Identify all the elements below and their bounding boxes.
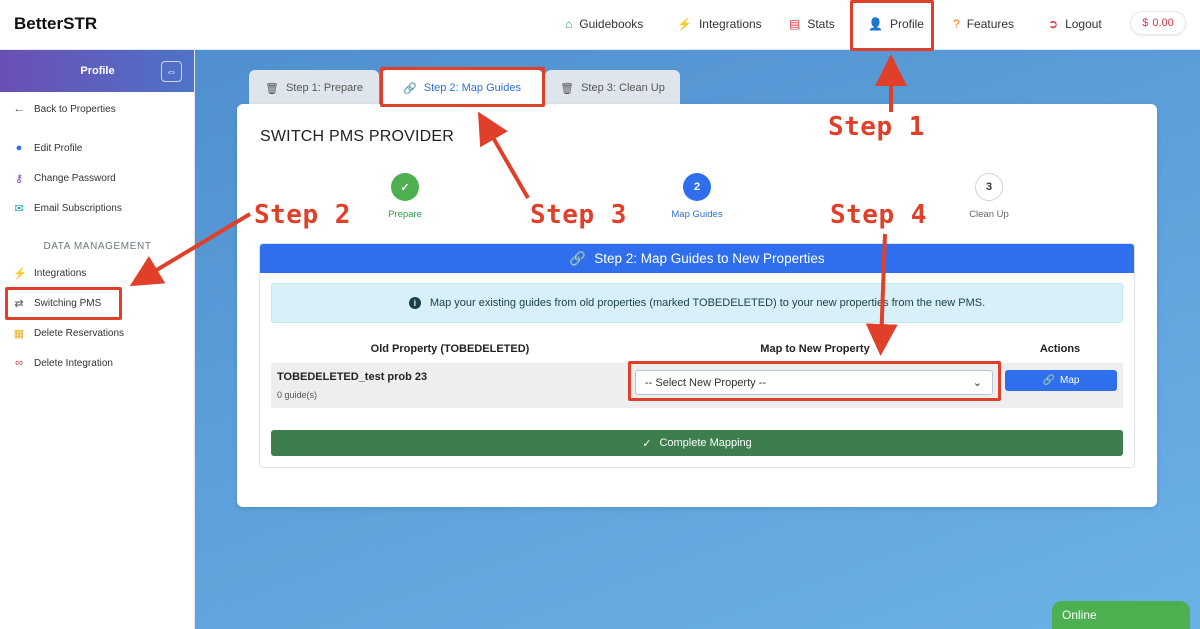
annotation-step4: Step 4: [830, 200, 927, 230]
tab-label: Step 3: Clean Up: [581, 82, 665, 94]
step-indicator-clean-up: 3: [975, 173, 1003, 201]
question-icon: ?: [953, 17, 960, 31]
highlight-box-profile: [850, 0, 934, 51]
step-indicator-map-guides: 2: [683, 173, 711, 201]
sidebar-item-delete-reservations[interactable]: ▦ Delete Reservations: [0, 322, 195, 344]
sidebar-item-label: Email Subscriptions: [34, 202, 122, 214]
balance-value: 0.00: [1152, 17, 1174, 29]
nav-logout-label: Logout: [1065, 17, 1102, 31]
step-label-prepare: Prepare: [388, 209, 422, 220]
annotation-step2: Step 2: [254, 200, 351, 230]
panel-title: Step 2: Map Guides to New Properties: [594, 251, 825, 266]
annotation-step1: Step 1: [828, 112, 925, 142]
arrow-left-icon: ←: [13, 103, 25, 115]
panel-header: 🔗 Step 2: Map Guides to New Properties: [260, 244, 1134, 273]
annotation-step3: Step 3: [530, 200, 627, 230]
column-header-old-property: Old Property (TOBEDELETED): [370, 343, 530, 355]
collapse-icon[interactable]: ⇔: [161, 61, 182, 82]
nav-guidebooks[interactable]: ⌂ Guidebooks: [565, 17, 643, 31]
link-icon: 🔗: [569, 250, 587, 266]
column-header-new-property: Map to New Property: [760, 343, 870, 355]
column-header-actions: Actions: [1039, 343, 1081, 355]
check-icon: ✓: [642, 437, 652, 450]
map-button[interactable]: 🔗 Map: [1005, 370, 1117, 391]
nav-stats-label: Stats: [807, 17, 835, 31]
plug-icon: ⚡: [677, 17, 692, 31]
chart-icon: ▤: [789, 17, 801, 31]
trash-icon: 🗑: [560, 82, 575, 95]
sidebar-item-email-subscriptions[interactable]: ✉ Email Subscriptions: [0, 197, 195, 219]
user-icon: ●: [15, 142, 23, 154]
sidebar-section-data-management: DATA MANAGEMENT: [43, 241, 152, 252]
tab-step1-prepare[interactable]: 🗑 Step 1: Prepare: [249, 70, 379, 106]
switch-pms-card: SWITCH PMS PROVIDER ✓ Prepare 2 Map Guid…: [237, 104, 1157, 507]
sidebar-item-label: Delete Integration: [34, 357, 113, 369]
map-guides-panel: 🔗 Step 2: Map Guides to New Properties i…: [259, 243, 1135, 468]
sidebar-item-label: Integrations: [34, 267, 87, 279]
balance-badge[interactable]: $ 0.00: [1130, 11, 1186, 35]
calendar-icon: ▦: [13, 327, 25, 340]
link-icon: 🔗: [1042, 375, 1055, 386]
complete-mapping-label: Complete Mapping: [659, 437, 752, 449]
sidebar-item-label: Delete Reservations: [34, 327, 125, 339]
info-alert: i Map your existing guides from old prop…: [271, 283, 1123, 323]
nav-stats[interactable]: ▤ Stats: [789, 17, 835, 31]
unlink-icon: ∞: [15, 357, 23, 369]
info-icon: i: [408, 297, 421, 309]
sidebar-item-edit-profile[interactable]: ● Edit Profile: [0, 137, 195, 159]
sidebar-item-label: Back to Properties: [34, 103, 116, 115]
nav-integrations[interactable]: ⚡ Integrations: [677, 17, 762, 31]
sidebar: Profile ⇔ ← Back to Properties ● Edit Pr…: [0, 50, 195, 629]
plug-icon: ⚡: [13, 267, 27, 280]
key-icon: ⚷: [14, 172, 24, 185]
step-indicator-prepare: ✓: [391, 173, 419, 201]
nav-features[interactable]: ? Features: [953, 17, 1014, 31]
nav-integrations-label: Integrations: [698, 17, 762, 31]
nav-guidebooks-label: Guidebooks: [579, 17, 644, 31]
nav-features-label: Features: [966, 17, 1015, 31]
complete-mapping-button[interactable]: ✓ Complete Mapping: [271, 430, 1123, 456]
logout-icon: ➲: [1048, 17, 1059, 31]
page-title: SWITCH PMS PROVIDER: [260, 128, 455, 145]
info-text: Map your existing guides from old proper…: [429, 297, 986, 309]
sidebar-item-integrations[interactable]: ⚡ Integrations: [0, 262, 195, 284]
brand-logo[interactable]: BetterSTR: [14, 14, 97, 34]
step-label-clean-up: Clean Up: [969, 209, 1009, 220]
trash-icon: 🗑: [264, 82, 279, 95]
sidebar-item-delete-integration[interactable]: ∞ Delete Integration: [0, 352, 195, 374]
old-property-name: TOBEDELETED_test prob 23: [277, 371, 428, 383]
sidebar-item-change-password[interactable]: ⚷ Change Password: [0, 167, 195, 189]
envelope-icon: ✉: [14, 202, 24, 215]
highlight-box-switching-pms: [5, 287, 122, 320]
home-icon: ⌂: [565, 17, 573, 31]
highlight-box-select: [628, 361, 1001, 401]
highlight-box-step2-tab: [380, 67, 545, 107]
sidebar-header: Profile ⇔: [0, 50, 194, 92]
sidebar-item-label: Change Password: [34, 172, 116, 184]
chat-status-widget[interactable]: Online: [1052, 601, 1190, 629]
tab-label: Step 1: Prepare: [285, 82, 364, 94]
top-navbar: BetterSTR ⌂ Guidebooks ⚡ Integrations ▤ …: [0, 0, 1200, 50]
sidebar-item-label: Edit Profile: [34, 142, 83, 154]
sidebar-item-back[interactable]: ← Back to Properties: [0, 98, 195, 120]
nav-logout[interactable]: ➲ Logout: [1048, 17, 1102, 31]
tab-step3-clean-up[interactable]: 🗑 Step 3: Clean Up: [545, 70, 680, 106]
map-button-label: Map: [1060, 375, 1080, 386]
step-label-map-guides: Map Guides: [671, 209, 723, 220]
guide-count: 0 guide(s): [277, 390, 318, 400]
dollar-icon: $: [1142, 17, 1149, 29]
